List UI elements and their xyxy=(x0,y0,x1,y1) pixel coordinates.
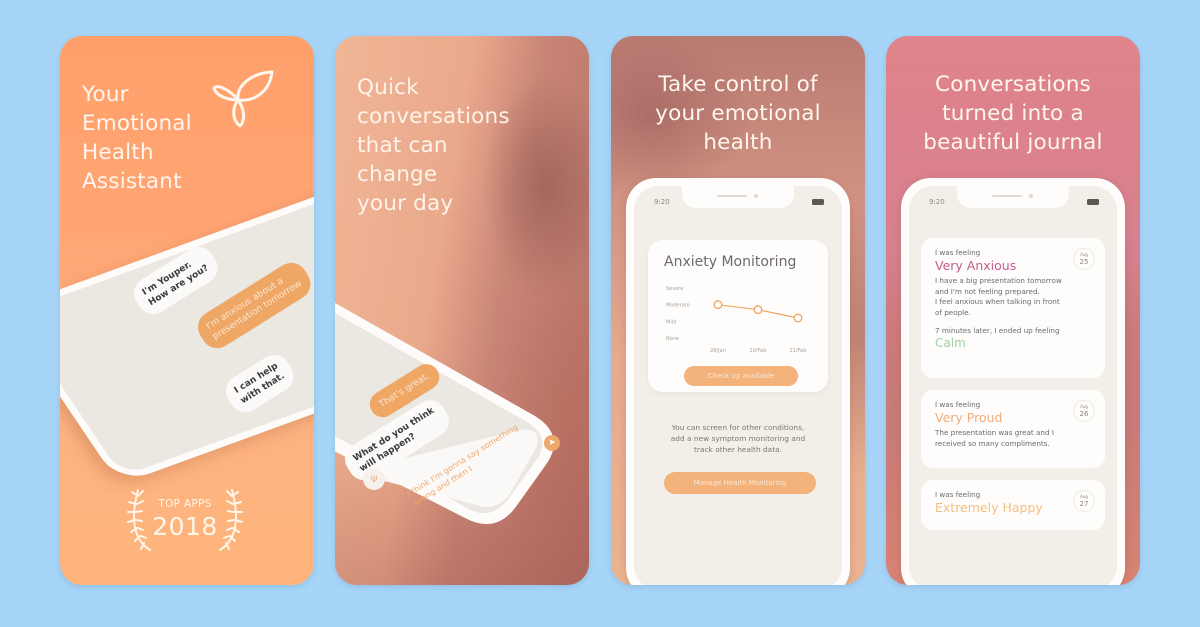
status-time: 9:20 xyxy=(654,198,670,206)
headline-line: Conversations xyxy=(935,72,1091,97)
headline-line: your emotional xyxy=(655,101,821,126)
award-year: 2018 xyxy=(152,512,218,541)
data-point xyxy=(753,305,763,315)
phone-mockup: 9:20 I was feeling Very Anxious I have a… xyxy=(901,178,1125,585)
journal-entry[interactable]: I was feeling Very Anxious I have a big … xyxy=(921,238,1105,378)
chat-preview: That's great. What do you think will hap… xyxy=(335,36,589,585)
status-time: 9:20 xyxy=(929,198,945,206)
y-level-label: Severe xyxy=(666,286,683,292)
chat-bubble-bot: I can help with that. xyxy=(220,349,300,419)
battery-icon xyxy=(812,199,824,205)
headline-line: beautiful journal xyxy=(923,130,1103,155)
entry-body: I have a big presentation tomorrow and I… xyxy=(935,276,1062,317)
phone-notch xyxy=(957,186,1069,208)
date-badge: Aug 25 xyxy=(1073,248,1095,270)
data-point xyxy=(793,313,803,323)
entry-mood: Very Proud xyxy=(935,410,1003,425)
entry-label: I was feeling xyxy=(935,490,981,499)
x-tick-label: 10/Feb xyxy=(750,348,767,354)
journal-entry[interactable]: I was feeling Extremely Happy Aug 27 xyxy=(921,480,1105,530)
youper-logo-icon: ψ xyxy=(363,468,385,490)
award-label: TOP APPS xyxy=(158,498,212,510)
x-tick-label: 21/Feb xyxy=(790,348,807,354)
data-point xyxy=(713,300,723,310)
y-level-label: Mild xyxy=(666,319,676,325)
y-level-label: Moderate xyxy=(666,303,690,309)
phone-notch xyxy=(682,186,794,208)
y-level-label: None xyxy=(666,336,679,342)
entry-label: I was feeling xyxy=(935,400,981,409)
panel-headline: Take control of your emotional health xyxy=(611,70,865,157)
battery-icon xyxy=(1087,199,1099,205)
date-badge: Aug 26 xyxy=(1073,400,1095,422)
anxiety-line-chart: None Mild Moderate Severe 28/Jan 10/Feb 21/Feb xyxy=(666,286,807,354)
screenshot-panel-assistant: Your Emotional Health Assistant I'm Youp… xyxy=(60,36,314,585)
entry-mood: Very Anxious xyxy=(935,258,1017,273)
check-up-button[interactable]: Check up available xyxy=(684,366,798,386)
chat-bubble-bot: I'm Youper. How are you? xyxy=(128,241,224,321)
entry-mood: Extremely Happy xyxy=(935,500,1043,515)
send-arrow-icon[interactable]: ➤ xyxy=(544,435,560,451)
panel-headline: Conversations turned into a beautiful jo… xyxy=(886,70,1140,157)
x-tick-label: 28/Jan xyxy=(710,348,726,354)
journal-entry[interactable]: I was feeling Very Proud The presentatio… xyxy=(921,390,1105,468)
date-badge: Aug 27 xyxy=(1073,490,1095,512)
headline-line: turned into a xyxy=(942,101,1084,126)
monitor-description: You can screen for other conditions, add… xyxy=(670,423,806,454)
phone-mockup: 9:20 Anxiety Monitoring None Mild Moderate… xyxy=(626,178,850,585)
screenshot-panel-journal: Conversations turned into a beautiful jo… xyxy=(886,36,1140,585)
entry-after-label: 7 minutes later, I ended up feeling xyxy=(935,326,1060,335)
headline-line: Take control of xyxy=(658,72,818,97)
screenshot-panel-monitoring: Take control of your emotional health 9:… xyxy=(611,36,865,585)
top-apps-award: TOP APPS 2018 xyxy=(120,484,250,554)
screenshot-panel-conversations: Quick conversations that can change your… xyxy=(335,36,589,585)
card-title: Anxiety Monitoring xyxy=(664,254,797,270)
entry-label: I was feeling xyxy=(935,248,981,257)
entry-after-mood: Calm xyxy=(935,336,966,350)
anxiety-monitoring-card[interactable]: Anxiety Monitoring None Mild Moderate Sever… xyxy=(648,240,828,392)
entry-body: The presentation was great and I receive… xyxy=(935,428,1054,448)
headline-line: health xyxy=(703,130,773,155)
manage-health-monitoring-button[interactable]: Manage Health Monitoring xyxy=(664,472,816,494)
